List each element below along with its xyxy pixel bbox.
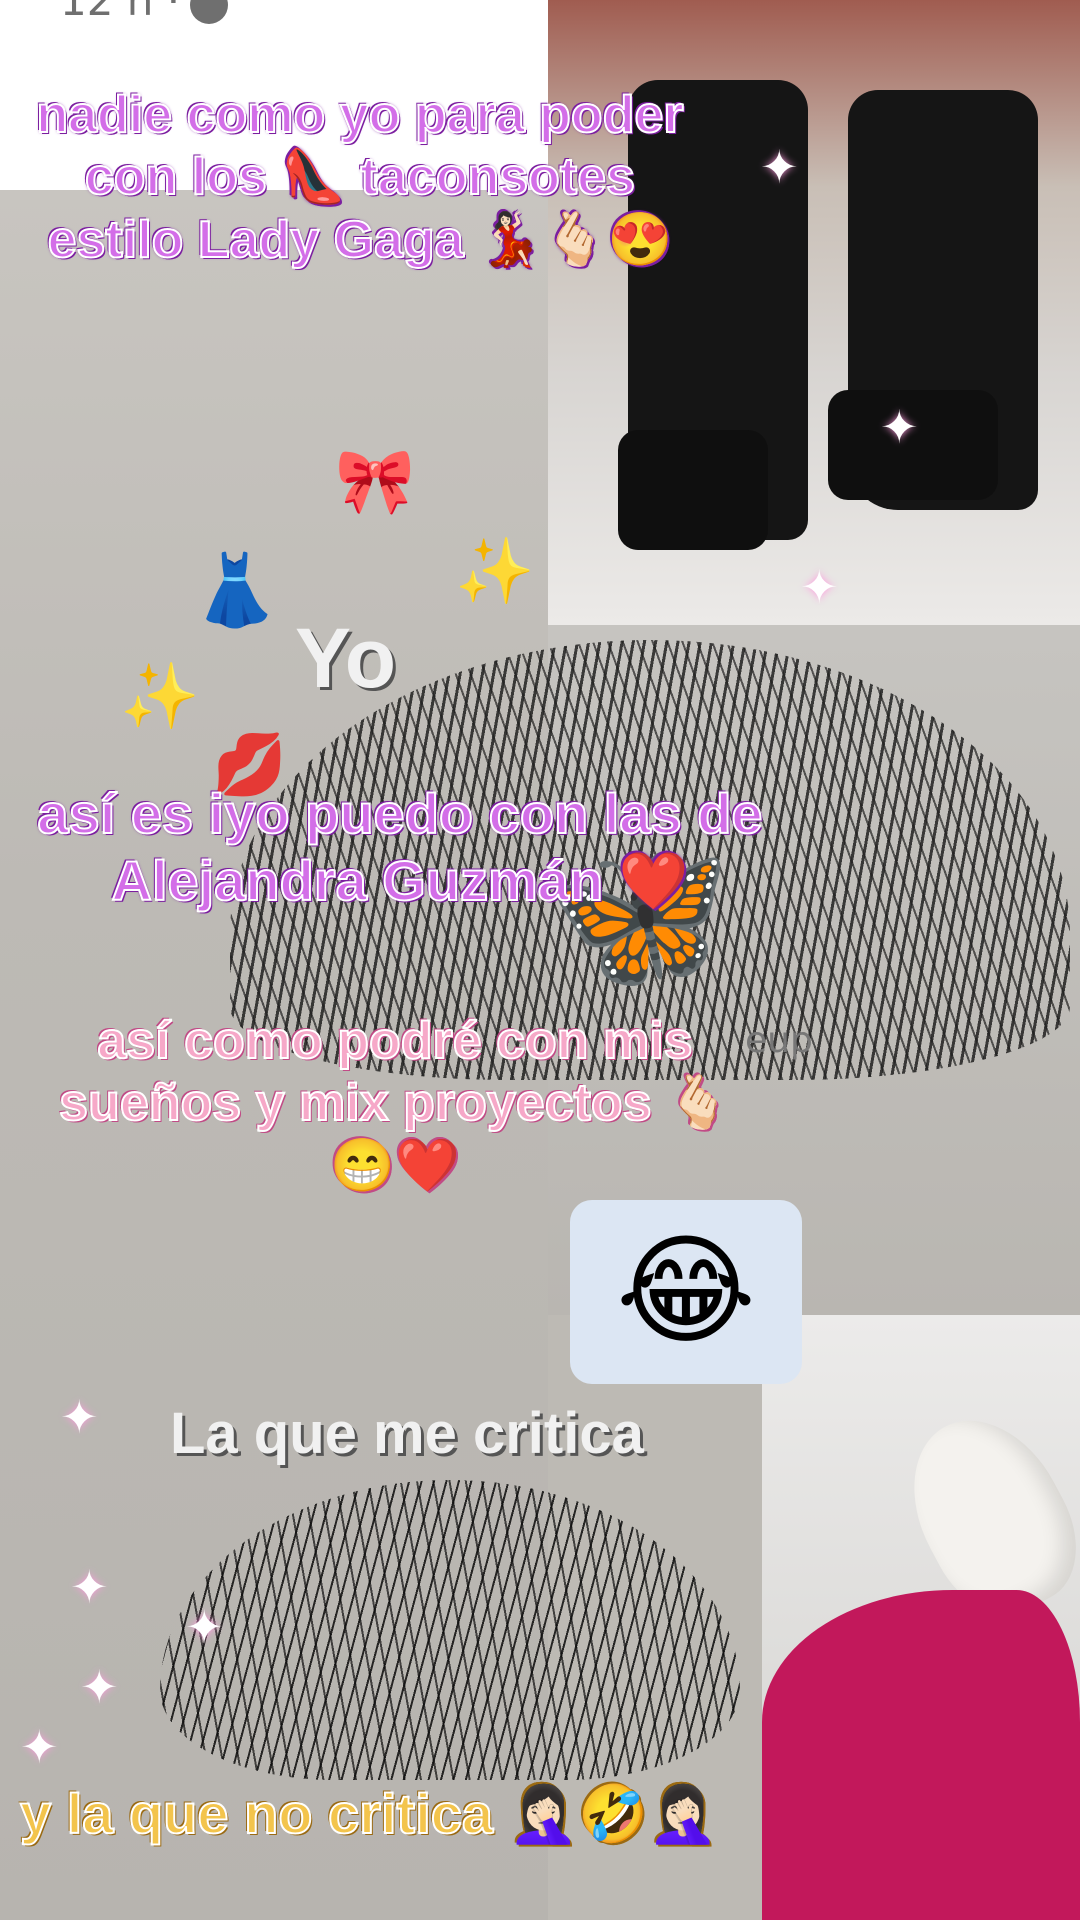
glitter-sparkle-icon: ✦: [800, 560, 839, 614]
caption-taconsotes: nadie como yo para poder con los 👠 tacon…: [0, 84, 720, 271]
background-collage: 12 h ·: [0, 0, 1080, 1920]
laughing-icon: 😂: [615, 1222, 757, 1361]
sparkles-icon: ✨: [120, 660, 200, 734]
dress-icon: 👗: [192, 549, 280, 631]
laughing-emoji-sticker: 😂: [570, 1200, 802, 1384]
glitter-sparkle-icon: ✦: [20, 1720, 59, 1774]
caption-line: nadie como yo para poder: [35, 85, 684, 145]
caption-suenos-proyectos: así como podré con mis sueños y mix proy…: [0, 1010, 790, 1197]
pink-pants-image: [762, 1590, 1080, 1920]
yo-label: Yo: [295, 611, 397, 705]
glitter-sparkle-icon: ✦: [80, 1660, 119, 1714]
post-timestamp: 12 h ·: [60, 0, 181, 25]
globe-icon: [190, 0, 228, 24]
boot-platform-left: [618, 430, 768, 550]
glitter-sparkle-icon: ✦: [185, 1600, 224, 1654]
caption-line: así como podré con mis: [96, 1011, 693, 1071]
caption-line: Alejandra Guzmán ❤️: [111, 848, 690, 913]
caption-line: con los 👠 taconsotes: [84, 147, 636, 207]
caption-alejandra-guzman: así es iyo puedo con las de Alejandra Gu…: [0, 780, 800, 914]
glitter-sparkle-icon: ✦: [60, 1390, 99, 1444]
caption-line: 😁❤️: [329, 1136, 461, 1196]
caption-no-critica: y la que no critica 🤦🏻‍♀️🤣🤦🏻‍♀️: [19, 1781, 719, 1846]
caption-line: así es iyo puedo con las de: [36, 781, 763, 846]
glitter-sparkle-icon: ✦: [880, 400, 919, 454]
la-que-me-critica-label: La que me critica: [170, 1401, 644, 1466]
glitter-sparkle-icon: ✦: [70, 1560, 109, 1614]
sparkles-icon: ✨: [455, 535, 535, 609]
bow-icon: 🎀: [335, 445, 415, 519]
caption-line: sueños y mix proyectos 🫰🏻: [58, 1073, 732, 1133]
caption-line: estilo Lady Gaga 💃🏻🫰🏻😍: [47, 210, 674, 270]
glitter-sparkle-icon: ✦: [760, 140, 799, 194]
